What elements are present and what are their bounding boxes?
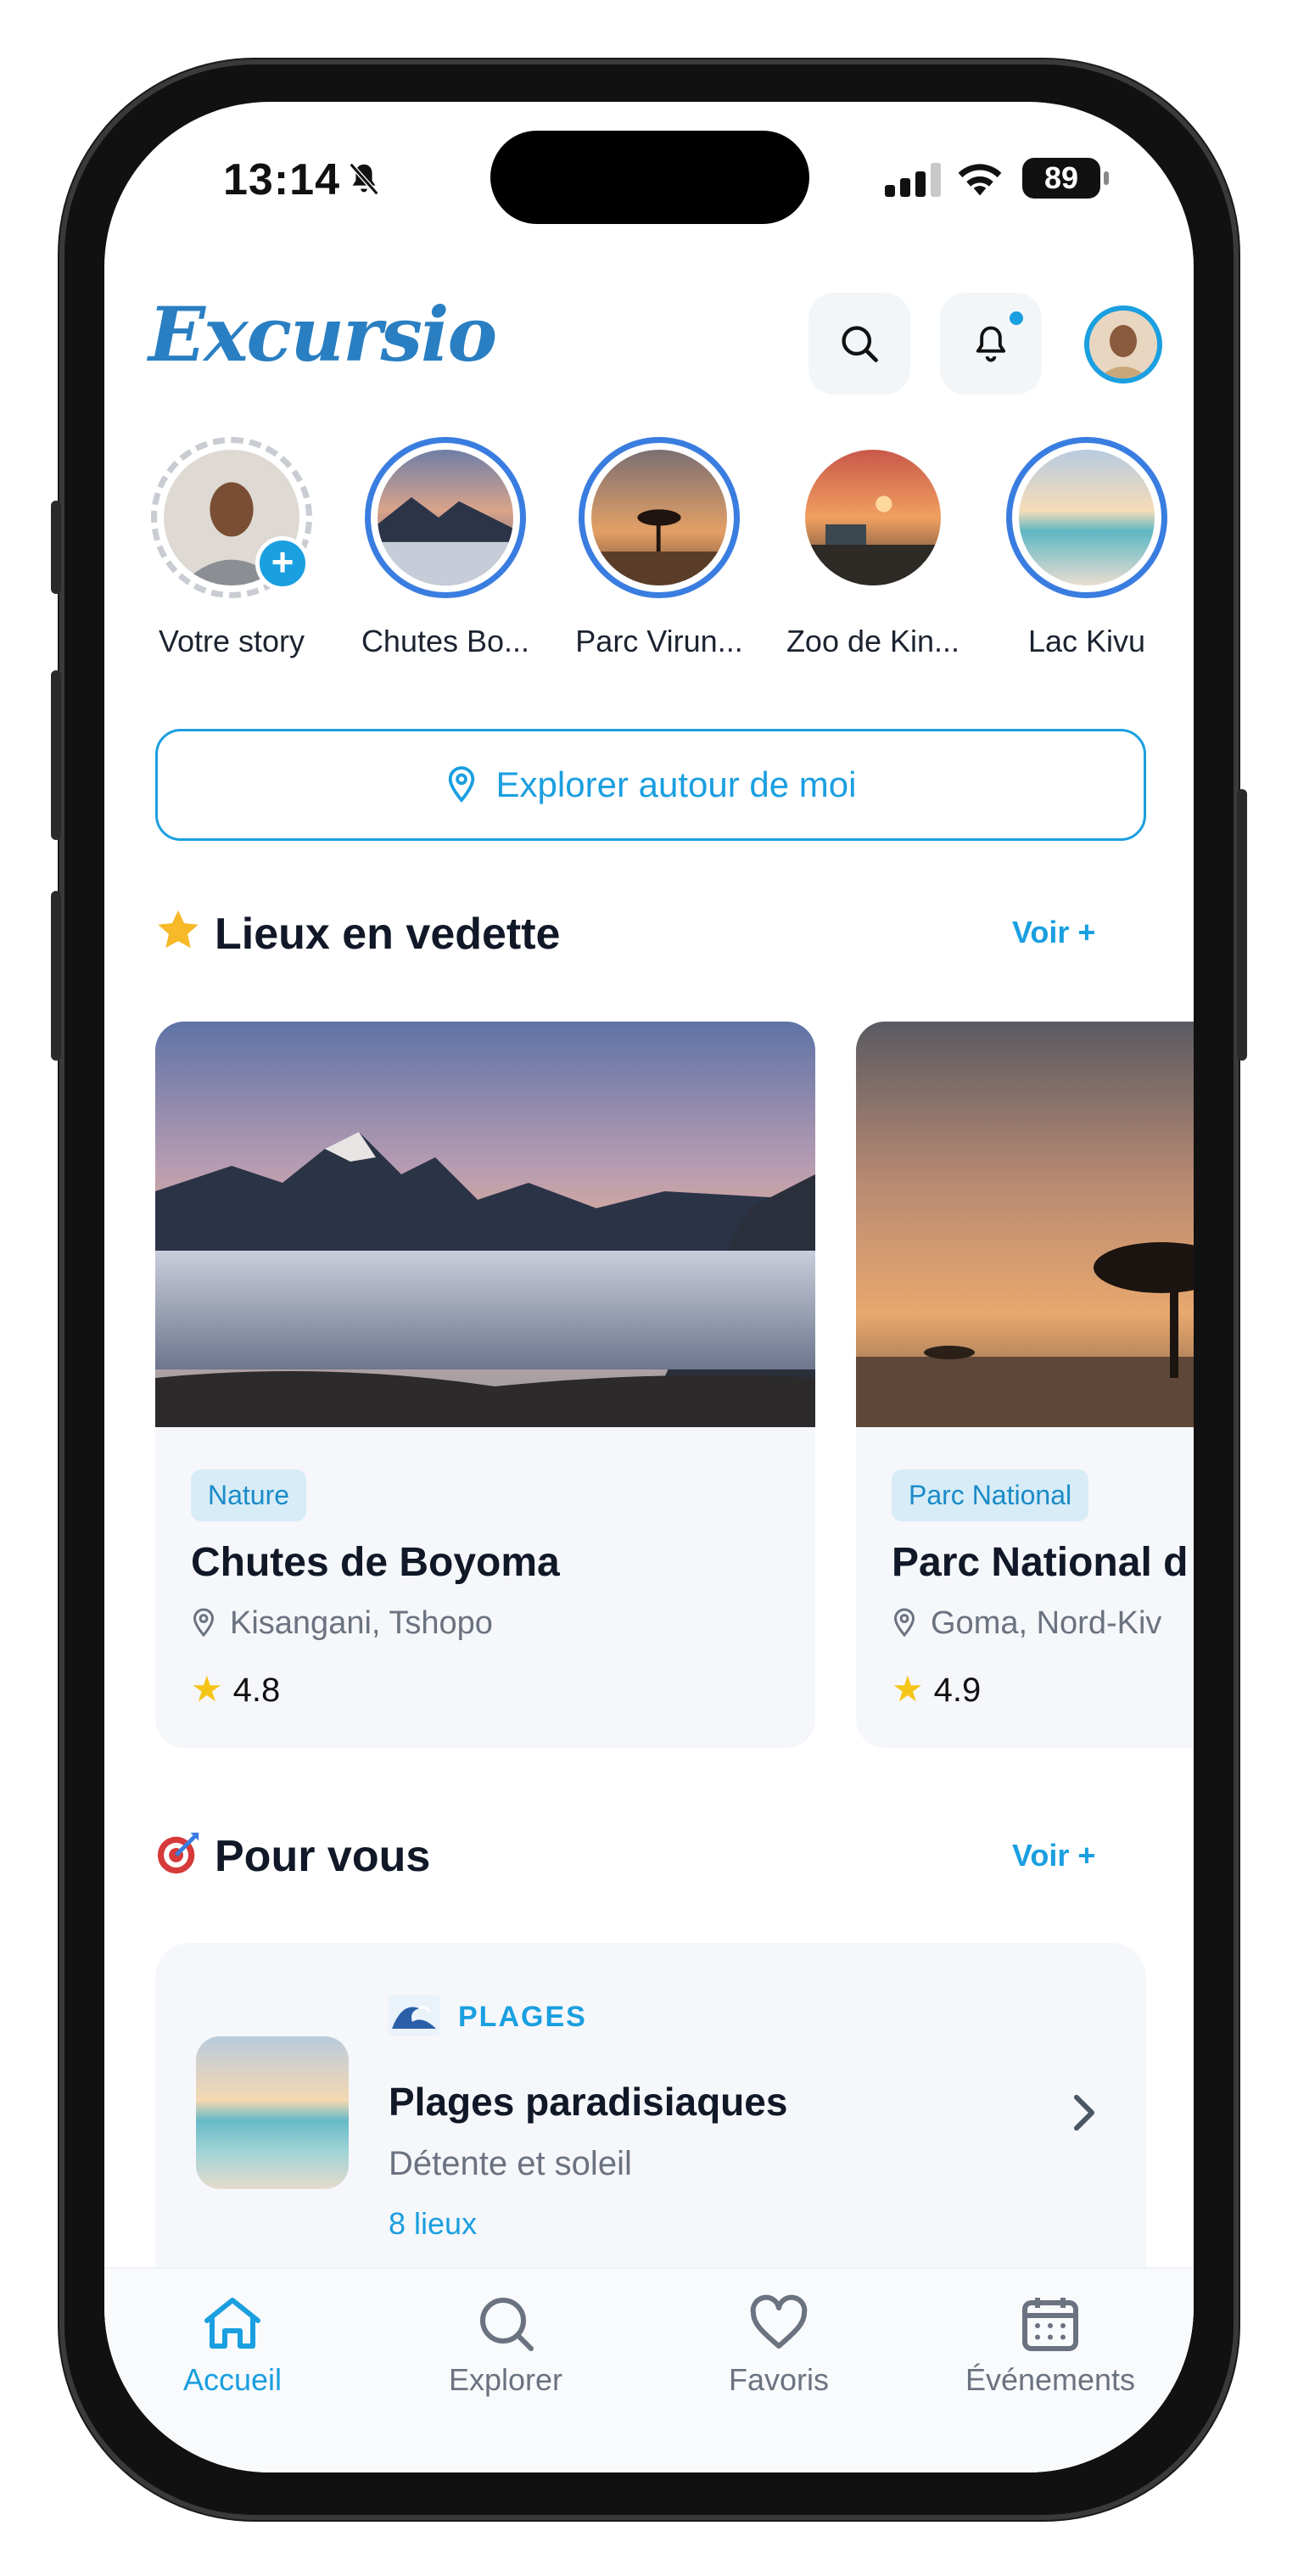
- story-item[interactable]: Zoo de Kin...: [775, 437, 971, 659]
- power-button: [1237, 789, 1247, 1061]
- featured-title-text: Lieux en vedette: [215, 910, 561, 959]
- add-story-icon[interactable]: +: [255, 536, 310, 591]
- mute-switch: [51, 501, 61, 594]
- place-title: Parc National d: [892, 1540, 1189, 1585]
- nav-favorites-label: Favoris: [728, 2362, 830, 2397]
- story-ring: [1006, 437, 1167, 598]
- story-ring: [579, 437, 740, 598]
- nav-favorites[interactable]: Favoris: [669, 2293, 889, 2398]
- place-rating: ★ 4.8: [191, 1668, 280, 1710]
- bell-icon: [976, 326, 1006, 362]
- story-ring: [365, 437, 526, 598]
- featured-card-image: [155, 1022, 815, 1427]
- place-rating: ★ 4.9: [892, 1668, 981, 1710]
- status-time: 13:14: [223, 155, 340, 204]
- category-subtitle: Détente et soleil: [389, 2145, 632, 2182]
- rating-value: 4.8: [232, 1672, 281, 1709]
- category-count: 8 lieux: [389, 2206, 478, 2241]
- story-label: Parc Virun...: [575, 624, 743, 658]
- avatar[interactable]: [1084, 305, 1162, 384]
- place-title: Chutes de Boyoma: [191, 1540, 560, 1585]
- category-badge: Parc National: [892, 1470, 1089, 1521]
- nav-home-label: Accueil: [182, 2362, 283, 2397]
- category-badge: Nature: [191, 1470, 307, 1521]
- target-icon: [157, 1832, 199, 1874]
- search-icon: [480, 2298, 534, 2351]
- app-logo[interactable]: Excursio: [148, 290, 497, 378]
- for-you-title-text: Pour vous: [215, 1832, 431, 1881]
- story-item[interactable]: Lac Kivu: [989, 437, 1184, 659]
- story-ring: [792, 437, 954, 598]
- search-button[interactable]: [808, 293, 910, 395]
- for-you-section-title: Pour vous: [154, 1828, 430, 1882]
- search-icon: [842, 326, 878, 362]
- location-pin-icon: [448, 766, 474, 803]
- featured-see-more-link[interactable]: Voir +: [1012, 915, 1095, 950]
- bell-off-icon: [349, 162, 379, 196]
- star-icon: ★: [892, 1669, 924, 1709]
- for-you-see-more-link[interactable]: Voir +: [1012, 1838, 1095, 1873]
- place-location: Goma, Nord-Kiv: [892, 1605, 1161, 1642]
- calendar-icon: [1022, 2298, 1078, 2351]
- story-label: Lac Kivu: [1027, 624, 1146, 658]
- story-own[interactable]: + Votre story: [134, 437, 329, 659]
- story-item[interactable]: Parc Virun...: [562, 437, 757, 659]
- star-icon: [158, 910, 199, 949]
- category-card[interactable]: PLAGES Plages paradisiaques Détente et s…: [155, 1943, 1146, 2299]
- featured-card[interactable]: Parc National Parc National d Goma, Nord…: [856, 1022, 1194, 1748]
- cellular-signal-icon: [885, 163, 941, 197]
- volume-up-button: [51, 670, 61, 840]
- dynamic-island: [490, 131, 809, 224]
- notification-dot: [1010, 311, 1023, 325]
- story-item[interactable]: Chutes Bo...: [348, 437, 543, 659]
- explore-nearby-button[interactable]: Explorer autour de moi: [155, 729, 1146, 841]
- category-label: PLAGES: [389, 1994, 587, 2036]
- story-label: Votre story: [158, 624, 305, 658]
- story-ring: +: [151, 437, 312, 598]
- featured-card-image: [856, 1022, 1194, 1427]
- rating-value: 4.9: [933, 1672, 982, 1709]
- bottom-navigation: Accueil Explorer Favoris Événements: [104, 2267, 1194, 2472]
- wifi-icon: [958, 164, 1002, 196]
- star-icon: ★: [191, 1669, 223, 1709]
- chevron-right-icon[interactable]: [1070, 2092, 1099, 2134]
- explore-nearby-label: Explorer autour de moi: [495, 764, 857, 804]
- place-location: Kisangani, Tshopo: [191, 1605, 493, 1642]
- nav-events[interactable]: Événements: [940, 2293, 1161, 2398]
- category-label-text: PLAGES: [458, 2001, 587, 2033]
- home-icon: [204, 2298, 260, 2349]
- battery-indicator: 89: [1022, 158, 1109, 199]
- category-thumbnail: [196, 2036, 349, 2189]
- wave-icon: [389, 1995, 439, 2036]
- nav-explore[interactable]: Explorer: [395, 2293, 616, 2398]
- nav-explore-label: Explorer: [448, 2362, 563, 2397]
- app-screen: 13:14 89 Excursio + Votre story Chutes B…: [104, 102, 1194, 2472]
- story-label: Zoo de Kin...: [786, 624, 960, 658]
- category-title: Plages paradisiaques: [389, 2080, 788, 2124]
- featured-card[interactable]: Nature Chutes de Boyoma Kisangani, Tshop…: [155, 1022, 815, 1748]
- featured-section-title: Lieux en vedette: [154, 906, 560, 960]
- volume-down-button: [51, 891, 61, 1061]
- location-pin-icon: [893, 1608, 915, 1638]
- nav-events-label: Événements: [965, 2362, 1136, 2397]
- heart-icon: [750, 2294, 808, 2349]
- location-pin-icon: [193, 1608, 215, 1638]
- place-location-text: Kisangani, Tshopo: [230, 1605, 493, 1641]
- story-label: Chutes Bo...: [361, 624, 530, 658]
- notifications-button[interactable]: [940, 293, 1042, 395]
- place-location-text: Goma, Nord-Kiv: [931, 1605, 1162, 1641]
- nav-home[interactable]: Accueil: [122, 2293, 343, 2398]
